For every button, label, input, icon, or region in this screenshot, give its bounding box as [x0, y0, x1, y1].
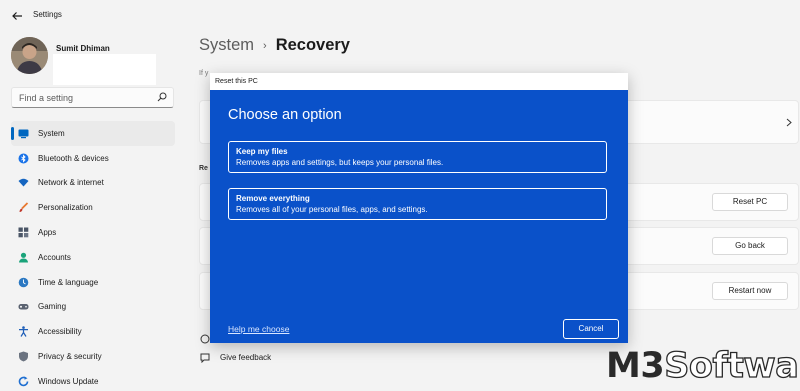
- sidebar-item-label: Personalization: [38, 203, 93, 213]
- avatar[interactable]: [11, 37, 48, 74]
- sidebar-item-label: Time & language: [38, 277, 99, 287]
- sidebar-item-label: Apps: [38, 228, 57, 238]
- gamepad-icon: [18, 301, 29, 312]
- sidebar-item-label: Accounts: [38, 252, 71, 262]
- sidebar-item-accessibility[interactable]: Accessibility: [11, 319, 175, 344]
- option-description: Removes apps and settings, but keeps you…: [236, 158, 444, 167]
- wifi-icon: [18, 177, 29, 188]
- feedback-icon[interactable]: [200, 353, 210, 363]
- go-back-button[interactable]: Go back: [712, 237, 788, 255]
- redacted-email-box: [53, 54, 156, 85]
- search-icon[interactable]: [157, 92, 167, 102]
- breadcrumb: System › Recovery: [199, 36, 350, 55]
- sidebar-nav: System Bluetooth & devices Network & int…: [11, 121, 175, 391]
- sidebar-item-system[interactable]: System: [11, 121, 175, 146]
- back-arrow-icon[interactable]: [10, 9, 24, 23]
- sidebar-item-personalization[interactable]: Personalization: [11, 195, 175, 220]
- sidebar-item-label: Network & internet: [38, 178, 104, 188]
- bluetooth-icon: [18, 153, 29, 164]
- sidebar-item-label: Windows Update: [38, 376, 99, 386]
- restart-now-button[interactable]: Restart now: [712, 282, 788, 300]
- search-input[interactable]: [12, 88, 152, 108]
- sidebar-item-label: Accessibility: [38, 327, 82, 337]
- reset-pc-dialog: Reset this PC Choose an option Keep my f…: [210, 73, 628, 343]
- sidebar-item-label: System: [38, 128, 65, 138]
- shield-icon: [18, 351, 29, 362]
- sidebar-item-gaming[interactable]: Gaming: [11, 295, 175, 320]
- clock-icon: [18, 277, 29, 288]
- accessibility-icon: [18, 326, 29, 338]
- give-feedback-link[interactable]: Give feedback: [220, 353, 271, 362]
- help-me-choose-link[interactable]: Help me choose: [228, 324, 289, 334]
- sidebar-item-windows-update[interactable]: Windows Update: [11, 369, 175, 391]
- sidebar-item-accounts[interactable]: Accounts: [11, 245, 175, 270]
- cancel-button[interactable]: Cancel: [563, 319, 619, 339]
- section-heading: Re: [199, 165, 208, 172]
- app-title: Settings: [33, 10, 62, 19]
- reset-pc-button[interactable]: Reset PC: [712, 193, 788, 211]
- page-title: Recovery: [275, 36, 350, 54]
- search-box[interactable]: [11, 87, 174, 108]
- recovery-intro-text: If y: [199, 70, 209, 77]
- apps-icon: [18, 227, 29, 238]
- person-icon: [18, 252, 29, 263]
- user-name: Sumit Dhiman: [56, 44, 110, 53]
- sidebar-item-label: Privacy & security: [38, 352, 102, 362]
- breadcrumb-separator-icon: ›: [263, 39, 267, 52]
- sidebar-item-network[interactable]: Network & internet: [11, 171, 175, 196]
- option-description: Removes all of your personal files, apps…: [236, 205, 428, 214]
- sidebar-item-label: Gaming: [38, 302, 67, 312]
- title-bar: Settings: [0, 0, 800, 32]
- option-title: Remove everything: [236, 194, 310, 203]
- monitor-icon: [18, 128, 29, 139]
- sidebar-item-label: Bluetooth & devices: [38, 153, 109, 163]
- remove-everything-option[interactable]: Remove everything Removes all of your pe…: [228, 188, 607, 220]
- sidebar-item-bluetooth[interactable]: Bluetooth & devices: [11, 146, 175, 171]
- breadcrumb-parent[interactable]: System: [199, 36, 254, 55]
- m3-software-watermark: M3Software: [606, 345, 800, 386]
- brush-icon: [18, 202, 29, 213]
- help-icon[interactable]: [200, 334, 210, 344]
- sidebar-item-apps[interactable]: Apps: [11, 220, 175, 245]
- dialog-title: Reset this PC: [210, 73, 628, 90]
- sidebar-item-privacy-security[interactable]: Privacy & security: [11, 344, 175, 369]
- keep-my-files-option[interactable]: Keep my files Removes apps and settings,…: [228, 141, 607, 173]
- update-icon: [18, 376, 29, 387]
- sidebar-item-time-language[interactable]: Time & language: [11, 270, 175, 295]
- dialog-heading: Choose an option: [228, 107, 342, 123]
- option-title: Keep my files: [236, 147, 288, 156]
- chevron-right-icon: [786, 118, 792, 127]
